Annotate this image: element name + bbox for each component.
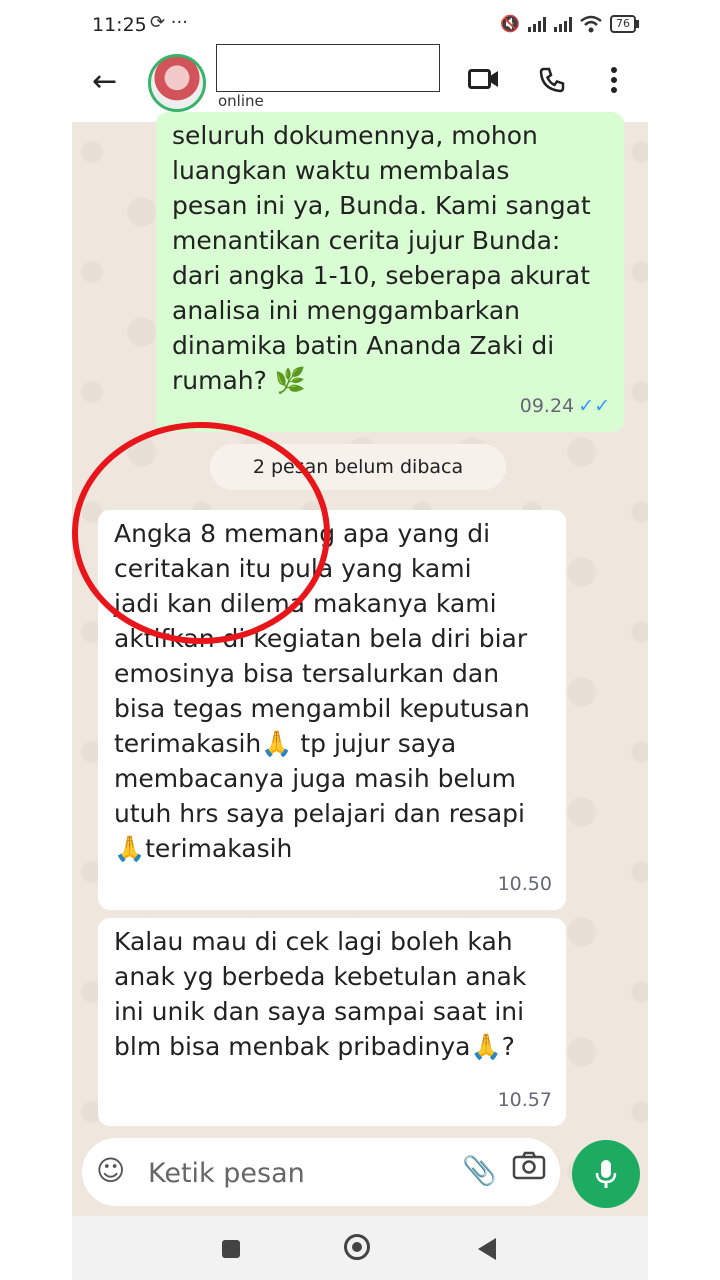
avatar[interactable] [148, 54, 206, 112]
message-input-bar: ☺ 📎 [82, 1138, 560, 1206]
message-text: Angka 8 memang apa yang di ceritakan itu… [114, 519, 530, 863]
status-right-icons: 🔇 76 [500, 14, 639, 33]
outgoing-message[interactable]: seluruh dokumennya, mohon luangkan waktu… [156, 112, 624, 432]
signal-icon [528, 16, 546, 32]
battery-icon: 76 [610, 14, 639, 33]
signal-icon-2 [554, 16, 572, 32]
status-time: 11:25 [92, 14, 147, 36]
contact-status: online [218, 92, 264, 110]
wifi-icon [580, 15, 602, 32]
message-input[interactable] [146, 1150, 440, 1196]
contact-name-redacted[interactable] [216, 44, 440, 92]
attachment-icon[interactable]: 📎 [462, 1154, 497, 1187]
home-icon[interactable] [344, 1234, 370, 1260]
sticker-icon[interactable]: ☺ [96, 1154, 125, 1187]
android-nav-bar [72, 1216, 648, 1280]
message-time: 09.24 [519, 395, 575, 417]
message-time: 10.50 [497, 873, 552, 895]
message-text: Kalau mau di cek lagi boleh kah anak yg … [114, 927, 527, 1061]
recent-apps-icon[interactable] [222, 1240, 240, 1258]
message-meta: 09.24 ✓✓ [520, 389, 610, 424]
mute-icon: 🔇 [500, 14, 520, 33]
unread-messages-label: 2 pesan belum dibaca [210, 444, 506, 490]
more-options-icon[interactable] [610, 66, 618, 94]
video-call-icon[interactable] [468, 68, 500, 90]
microphone-icon [595, 1160, 617, 1188]
system-back-icon[interactable] [478, 1238, 496, 1260]
incoming-message[interactable]: Kalau mau di cek lagi boleh kah anak yg … [98, 918, 566, 1126]
phone-screen: 11:25 ⟳ ··· 🔇 76 ← online seluruh dokume… [72, 0, 648, 1280]
chat-area[interactable]: seluruh dokumennya, mohon luangkan waktu… [72, 112, 648, 1216]
message-time: 10.57 [497, 1089, 552, 1111]
incoming-message[interactable]: Angka 8 memang apa yang di ceritakan itu… [98, 510, 566, 910]
notification-icons: ⟳ ··· [150, 12, 188, 33]
phone-call-icon[interactable] [538, 66, 566, 94]
camera-icon[interactable] [512, 1150, 546, 1180]
voice-record-button[interactable] [572, 1140, 640, 1208]
back-arrow-icon[interactable]: ← [92, 64, 117, 99]
message-text: seluruh dokumennya, mohon luangkan waktu… [172, 121, 591, 395]
double-check-icon: ✓✓ [578, 395, 610, 417]
